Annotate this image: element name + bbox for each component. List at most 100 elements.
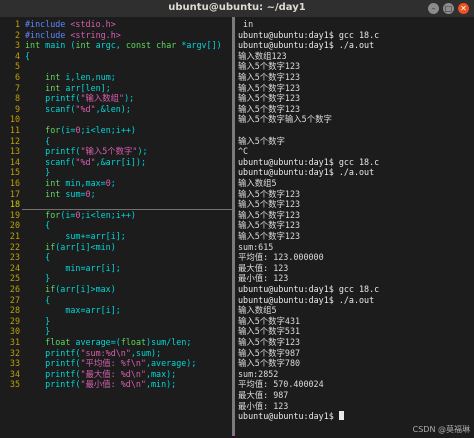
code-line[interactable]: 13 printf("输入5个数字");	[0, 146, 232, 157]
line-number: 15	[9, 167, 20, 178]
minimize-button[interactable]: –	[428, 3, 439, 14]
code-token: printf(	[25, 93, 81, 104]
line-number: 3	[14, 40, 20, 51]
code-line[interactable]: 14 scanf("%d",&arr[i]);	[0, 157, 232, 168]
code-text: if(arr[i]>max)	[25, 284, 116, 295]
terminal-line: 输入5个数字987	[238, 347, 301, 358]
code-line[interactable]: 25 }	[0, 273, 232, 284]
code-token: *argv[])	[176, 40, 222, 51]
code-line[interactable]: 21 sum+=arr[i];	[0, 231, 232, 242]
code-line[interactable]: 19 for(i=0;i<len;i++)	[0, 210, 232, 221]
code-line[interactable]: 15 }	[0, 167, 232, 178]
terminal-window: ubuntu@ubuntu: ~/day1 – □ ✕ 1 #include <s…	[0, 0, 474, 438]
code-line[interactable]: 1 #include <stdio.h>	[0, 19, 232, 30]
code-line[interactable]: 17 int sum=0;	[0, 189, 232, 200]
code-line[interactable]: 7 int arr[len];	[0, 83, 232, 94]
code-text: printf("平均值: %f\n",average);	[25, 358, 196, 369]
code-token: }	[25, 326, 51, 337]
code-text: printf("输入5个数字");	[25, 146, 148, 157]
terminal-line: 输入数组5	[238, 305, 277, 316]
terminal-line: 输入5个数字431	[238, 315, 301, 326]
line-number: 30	[9, 326, 20, 337]
code-line[interactable]: 4{	[0, 51, 232, 62]
code-token: ,average);	[145, 358, 197, 369]
code-line[interactable]: 5	[0, 61, 232, 72]
code-token: max=arr[i];	[25, 305, 121, 316]
code-text: int min,max=0;	[25, 178, 116, 189]
code-text: }	[25, 273, 50, 284]
terminal-line: 输入5个数字	[238, 135, 285, 146]
code-token: printf(	[25, 379, 81, 390]
vim-command-line[interactable]	[0, 424, 232, 438]
line-number: 12	[9, 135, 20, 146]
vim-editor-pane[interactable]: 1 #include <stdio.h> 2 #include <string.h> 3…	[0, 17, 232, 424]
code-line[interactable]: 23 {	[0, 252, 232, 263]
code-token: }	[25, 315, 51, 326]
code-line[interactable]: 26 if(arr[i]>max)	[0, 284, 232, 295]
code-token: int	[25, 40, 41, 51]
terminal-current-prompt[interactable]: ubuntu@ubuntu:day1$	[238, 411, 344, 422]
code-line[interactable]: 24 min=arr[i];	[0, 263, 232, 274]
terminal-line: sum:2852	[238, 368, 279, 379]
code-token: min,max=	[60, 178, 106, 188]
code-text: {	[25, 295, 50, 306]
code-text: {	[25, 136, 50, 147]
code-line[interactable]: 11 for(i=0;i<len;i++)	[0, 125, 232, 136]
line-number: 7	[14, 82, 20, 93]
code-line[interactable]: 31 float average=(float)sum/len;	[0, 337, 232, 348]
code-line[interactable]: 28 max=arr[i];	[0, 305, 232, 316]
close-button[interactable]: ✕	[458, 3, 469, 14]
code-token: "最大值: %d\n"	[80, 368, 146, 379]
code-text: {	[25, 252, 50, 263]
code-token: min=arr[i];	[25, 262, 121, 273]
code-line[interactable]: 34 printf("最大值: %d\n",max);	[0, 369, 232, 380]
line-number: 9	[14, 103, 20, 114]
code-line[interactable]: 32 printf("sum:%d\n",sum);	[0, 348, 232, 359]
code-token: ,min);	[145, 379, 177, 390]
terminal-pane[interactable]: CSDN @莫福琳 in ubuntu@ubuntu:day1$ gcc 18.c…	[235, 17, 474, 438]
code-line[interactable]: 10	[0, 114, 232, 125]
code-token: {	[25, 50, 31, 61]
code-line[interactable]: 22 if(arr[i]<min)	[0, 242, 232, 253]
code-token: );	[137, 146, 148, 157]
terminal-line: 输入5个数字531	[238, 326, 301, 337]
code-token: scanf(	[25, 156, 76, 167]
code-line[interactable]: 16 int min,max=0;	[0, 178, 232, 189]
terminal-line: 输入5个数字123	[238, 103, 301, 114]
code-line[interactable]: 6 int i,len,num;	[0, 72, 232, 83]
code-token: "最小值: %d\n"	[80, 379, 146, 390]
code-token: "%d"	[75, 103, 96, 114]
code-token: int	[75, 40, 91, 51]
code-token: ,sum);	[130, 347, 162, 358]
code-text: printf("最小值: %d\n",min);	[25, 379, 176, 390]
line-number: 17	[9, 188, 20, 199]
code-token: float	[120, 337, 147, 347]
terminal-line: 输入数组5	[238, 178, 277, 188]
line-number: 21	[9, 231, 20, 241]
line-number: 18	[9, 199, 20, 210]
code-line[interactable]: 30 }	[0, 326, 232, 337]
code-text: sum+=arr[i];	[25, 231, 126, 242]
code-line[interactable]: 29 }	[0, 316, 232, 327]
code-line[interactable]: 2 #include <string.h>	[0, 30, 232, 41]
code-token: <string.h>	[70, 29, 121, 40]
code-token: ,&len);	[95, 103, 131, 114]
code-token: int	[45, 82, 61, 93]
code-line[interactable]: 9 scanf("%d",&len);	[0, 104, 232, 115]
code-line[interactable]: 3 int main (int argc, const char *argv[])	[0, 40, 232, 51]
code-line[interactable]: 20 {	[0, 220, 232, 231]
title-bar[interactable]: ubuntu@ubuntu: ~/day1 – □ ✕	[0, 0, 474, 18]
terminal-line: 输入5个数字123	[238, 209, 301, 220]
code-line[interactable]: 27 {	[0, 295, 232, 306]
terminal-line: 平均值: 123.000000	[238, 252, 324, 263]
maximize-button[interactable]: □	[443, 3, 454, 14]
code-line[interactable]: 8 printf("输入数组");	[0, 93, 232, 104]
code-line[interactable]: 12 {	[0, 136, 232, 147]
code-token: sum+=arr[i];	[25, 231, 126, 241]
code-line[interactable]: 35 printf("最小值: %d\n",min);	[0, 379, 232, 390]
terminal-line: ubuntu@ubuntu:day1$ gcc 18.c	[238, 29, 380, 40]
code-line[interactable]: 33 printf("平均值: %f\n",average);	[0, 358, 232, 369]
terminal-line: 输入5个数字123	[238, 188, 301, 199]
